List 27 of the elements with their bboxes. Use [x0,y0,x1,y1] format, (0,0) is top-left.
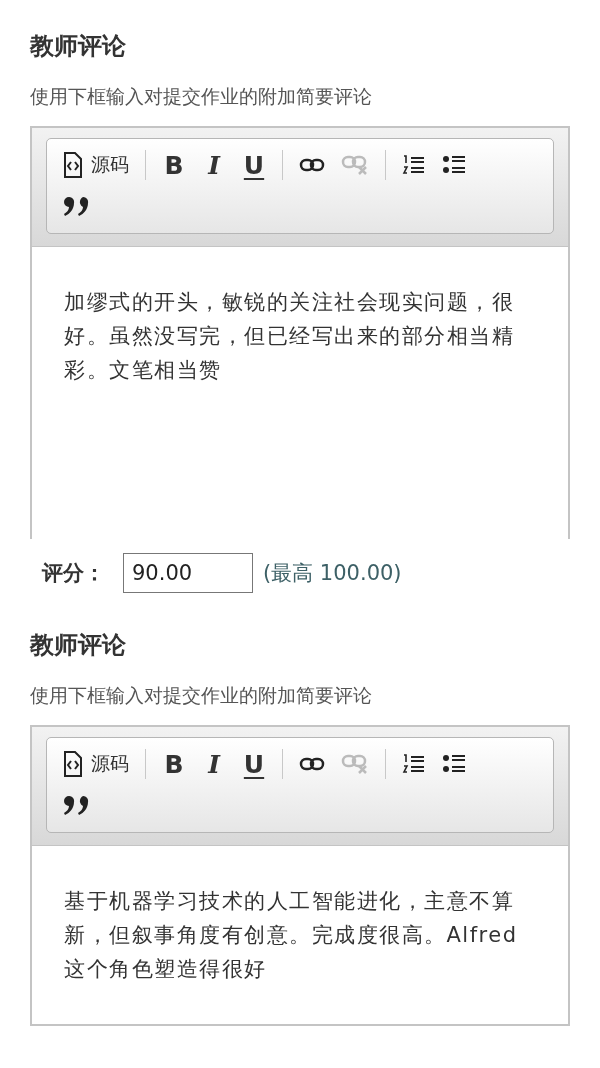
source-code-icon [63,751,83,777]
source-button[interactable]: 源码 [55,746,137,782]
bullet-list-icon [442,155,466,175]
unlink-icon [341,154,369,176]
max-score-note: (最高 100.00) [263,560,402,587]
link-icon [299,157,325,173]
bullet-list-icon [442,754,466,774]
section-title: 教师评论 [30,31,127,62]
source-code-icon [63,152,83,178]
section-description: 使用下框输入对提交作业的附加简要评论 [30,84,373,109]
quote-icon [63,796,89,816]
section-description: 使用下框输入对提交作业的附加简要评论 [30,683,373,708]
unlink-icon [341,753,369,775]
score-input[interactable]: 90.00 [123,553,253,593]
quote-icon [63,197,89,217]
underline-button[interactable]: U [234,746,274,782]
italic-button[interactable]: I [194,147,234,183]
section-title: 教师评论 [30,630,127,661]
link-icon [299,756,325,772]
numbered-list-icon [402,154,426,176]
italic-button[interactable]: I [194,746,234,782]
bold-button[interactable]: B [154,746,194,782]
underline-button[interactable]: U [234,147,274,183]
source-button[interactable]: 源码 [55,147,137,183]
bold-button[interactable]: B [154,147,194,183]
score-label: 评分： [42,560,105,587]
numbered-list-icon [402,753,426,775]
